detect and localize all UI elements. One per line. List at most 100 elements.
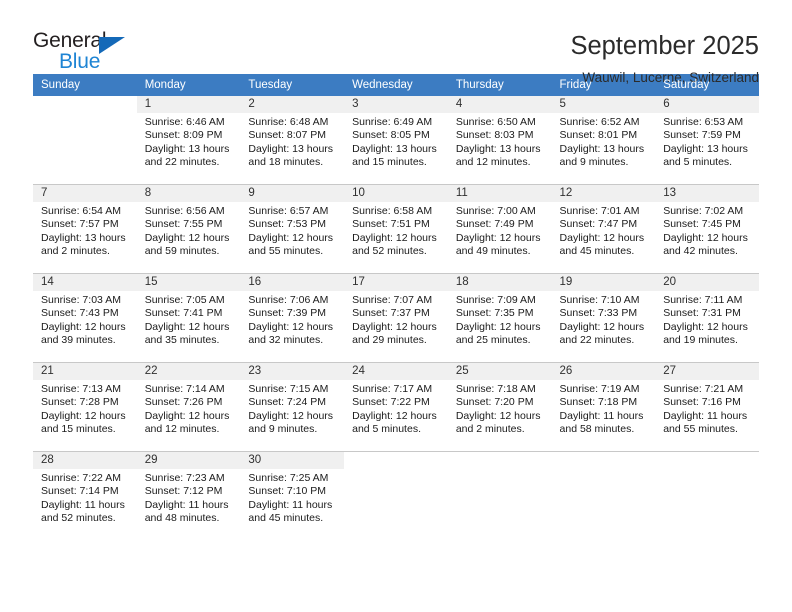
day-details: Sunrise: 6:54 AM Sunset: 7:57 PM Daylight:…: [33, 202, 137, 259]
sunrise-text: Sunrise: 7:10 AM: [559, 294, 640, 306]
calendar-cell: 20 Sunrise: 7:11 AM Sunset: 7:31 PM Dayligh…: [655, 273, 759, 363]
day-cell-7[interactable]: 7 Sunrise: 6:54 AM Sunset: 7:57 PM Daylight…: [33, 185, 137, 273]
day-cell-19[interactable]: 19 Sunrise: 7:10 AM Sunset: 7:33 PM Dayligh…: [551, 274, 656, 362]
calendar-cell: 25 Sunrise: 7:18 AM Sunset: 7:20 PM Dayligh…: [447, 362, 552, 452]
sunrise-text: Sunrise: 7:22 AM: [41, 472, 121, 484]
daylight-text-line2: and 35 minutes.: [144, 334, 220, 347]
day-cell-23[interactable]: 23 Sunrise: 7:15 AM Sunset: 7:24 PM Dayligh…: [240, 363, 345, 451]
day-cell-12[interactable]: 12 Sunrise: 7:01 AM Sunset: 7:47 PM Dayligh…: [551, 185, 656, 273]
day-number: [551, 452, 656, 469]
day-number: 28: [33, 452, 137, 469]
day-cell-17[interactable]: 17 Sunrise: 7:07 AM Sunset: 7:37 PM Dayligh…: [344, 274, 448, 362]
daylight-text-line1: Daylight: 12 hours: [663, 320, 748, 333]
day-cell-14[interactable]: 14 Sunrise: 7:03 AM Sunset: 7:43 PM Dayligh…: [33, 274, 137, 362]
day-cell-21[interactable]: 21 Sunrise: 7:13 AM Sunset: 7:28 PM Dayligh…: [33, 363, 137, 451]
day-details: Sunrise: 6:52 AM Sunset: 8:01 PM Daylight:…: [552, 113, 656, 170]
day-cell-27[interactable]: 27 Sunrise: 7:21 AM Sunset: 7:16 PM Dayligh…: [655, 363, 759, 451]
daylight-text-line2: and 9 minutes.: [248, 423, 318, 436]
day-cell-5[interactable]: 5 Sunrise: 6:52 AM Sunset: 8:01 PM Daylight…: [551, 96, 656, 184]
day-cell-8[interactable]: 8 Sunrise: 6:56 AM Sunset: 7:55 PM Daylight…: [136, 185, 241, 273]
calendar-cell: 29 Sunrise: 7:23 AM Sunset: 7:12 PM Dayligh…: [136, 451, 241, 540]
day-number: [655, 452, 759, 469]
calendar-cell: [447, 451, 552, 540]
sunrise-text: Sunrise: 6:57 AM: [248, 205, 329, 217]
day-number: 10: [344, 185, 448, 202]
day-cell-22[interactable]: 22 Sunrise: 7:14 AM Sunset: 7:26 PM Dayligh…: [136, 363, 241, 451]
sunset-text: Sunset: 8:09 PM: [144, 129, 223, 142]
daylight-text-line2: and 45 minutes.: [559, 245, 635, 258]
day-details: Sunrise: 7:18 AM Sunset: 7:20 PM Daylight:…: [448, 380, 552, 437]
weekday-header-monday: Monday: [136, 74, 241, 96]
day-details: Sunrise: 7:15 AM Sunset: 7:24 PM Daylight:…: [240, 380, 344, 437]
day-cell-24[interactable]: 24 Sunrise: 7:17 AM Sunset: 7:22 PM Dayligh…: [344, 363, 448, 451]
day-number: [33, 96, 137, 113]
day-cell-26[interactable]: 26 Sunrise: 7:19 AM Sunset: 7:18 PM Dayligh…: [551, 363, 656, 451]
day-cell-3[interactable]: 3 Sunrise: 6:49 AM Sunset: 8:05 PM Daylight…: [344, 96, 448, 184]
daylight-text-line1: Daylight: 13 hours: [559, 142, 645, 155]
daylight-text-line2: and 59 minutes.: [144, 245, 220, 258]
sunrise-text: Sunrise: 6:48 AM: [248, 116, 329, 128]
day-cell-9[interactable]: 9 Sunrise: 6:57 AM Sunset: 7:53 PM Daylight…: [240, 185, 345, 273]
daylight-text-line2: and 15 minutes.: [41, 423, 116, 436]
day-number: 18: [447, 274, 552, 291]
day-cell-6[interactable]: 6 Sunrise: 6:53 AM Sunset: 7:59 PM Daylight…: [655, 96, 759, 184]
day-number: 3: [344, 96, 448, 113]
day-details: Sunrise: 7:05 AM Sunset: 7:41 PM Daylight:…: [137, 291, 241, 348]
daylight-text-line2: and 42 minutes.: [663, 245, 738, 258]
day-cell-11[interactable]: 11 Sunrise: 7:00 AM Sunset: 7:49 PM Dayligh…: [447, 185, 552, 273]
day-cell-10[interactable]: 10 Sunrise: 6:58 AM Sunset: 7:51 PM Dayligh…: [344, 185, 448, 273]
sunrise-text: Sunrise: 7:25 AM: [248, 472, 329, 484]
sunset-text: Sunset: 7:41 PM: [144, 307, 223, 320]
day-cell-empty: [447, 452, 552, 540]
day-cell-29[interactable]: 29 Sunrise: 7:23 AM Sunset: 7:12 PM Dayligh…: [136, 452, 241, 540]
day-cell-empty: [344, 452, 448, 540]
calendar-cell: 4 Sunrise: 6:50 AM Sunset: 8:03 PM Daylight…: [447, 96, 552, 185]
day-cell-15[interactable]: 15 Sunrise: 7:05 AM Sunset: 7:41 PM Dayligh…: [136, 274, 241, 362]
day-details: Sunrise: 7:21 AM Sunset: 7:16 PM Daylight:…: [655, 380, 759, 437]
day-cell-1[interactable]: 1 Sunrise: 6:46 AM Sunset: 8:09 PM Daylight…: [136, 96, 241, 184]
calendar-cell: [551, 451, 656, 540]
sunset-text: Sunset: 7:59 PM: [663, 129, 741, 142]
day-number: 26: [551, 363, 656, 380]
day-details: Sunrise: 7:03 AM Sunset: 7:43 PM Daylight:…: [33, 291, 137, 348]
calendar-week-row: 1 Sunrise: 6:46 AM Sunset: 8:09 PM Daylight…: [33, 96, 759, 185]
calendar-cell: 30 Sunrise: 7:25 AM Sunset: 7:10 PM Dayligh…: [240, 451, 345, 540]
day-cell-2[interactable]: 2 Sunrise: 6:48 AM Sunset: 8:07 PM Daylight…: [240, 96, 345, 184]
day-number: 9: [240, 185, 345, 202]
day-number: 27: [655, 363, 759, 380]
calendar-cell: [344, 451, 448, 540]
daylight-text-line2: and 9 minutes.: [559, 156, 629, 169]
day-details: Sunrise: 7:07 AM Sunset: 7:37 PM Daylight:…: [344, 291, 448, 348]
day-cell-20[interactable]: 20 Sunrise: 7:11 AM Sunset: 7:31 PM Dayligh…: [655, 274, 759, 362]
daylight-text-line1: Daylight: 13 hours: [663, 142, 748, 155]
daylight-text-line1: Daylight: 12 hours: [144, 409, 230, 422]
day-details: Sunrise: 7:14 AM Sunset: 7:26 PM Daylight:…: [137, 380, 241, 437]
day-cell-18[interactable]: 18 Sunrise: 7:09 AM Sunset: 7:35 PM Dayligh…: [447, 274, 552, 362]
calendar-cell: 19 Sunrise: 7:10 AM Sunset: 7:33 PM Dayligh…: [551, 273, 656, 363]
sunrise-text: Sunrise: 7:18 AM: [455, 383, 536, 395]
daylight-text-line2: and 29 minutes.: [352, 334, 427, 347]
day-cell-16[interactable]: 16 Sunrise: 7:06 AM Sunset: 7:39 PM Dayligh…: [240, 274, 345, 362]
day-cell-empty: [33, 96, 137, 184]
calendar-week-row: 7 Sunrise: 6:54 AM Sunset: 7:57 PM Daylight…: [33, 184, 759, 274]
day-cell-28[interactable]: 28 Sunrise: 7:22 AM Sunset: 7:14 PM Dayligh…: [33, 452, 137, 540]
day-cell-30[interactable]: 30 Sunrise: 7:25 AM Sunset: 7:10 PM Dayligh…: [240, 452, 345, 540]
day-details: Sunrise: 7:00 AM Sunset: 7:49 PM Daylight:…: [448, 202, 552, 259]
day-details: Sunrise: 7:22 AM Sunset: 7:14 PM Daylight:…: [33, 469, 137, 526]
day-cell-25[interactable]: 25 Sunrise: 7:18 AM Sunset: 7:20 PM Dayligh…: [447, 363, 552, 451]
logo-triangle-icon: [99, 37, 125, 54]
sunrise-text: Sunrise: 7:09 AM: [455, 294, 536, 306]
day-details: Sunrise: 6:49 AM Sunset: 8:05 PM Daylight:…: [344, 113, 448, 170]
day-cell-4[interactable]: 4 Sunrise: 6:50 AM Sunset: 8:03 PM Daylight…: [447, 96, 552, 184]
calendar-cell: [655, 451, 759, 540]
day-details: Sunrise: 7:10 AM Sunset: 7:33 PM Daylight:…: [552, 291, 656, 348]
generalblue-logo[interactable]: General Blue: [33, 30, 153, 76]
daylight-text-line1: Daylight: 11 hours: [144, 498, 229, 511]
sunset-text: Sunset: 7:33 PM: [559, 307, 638, 320]
daylight-text-line2: and 12 minutes.: [144, 423, 220, 436]
calendar-cell: 21 Sunrise: 7:13 AM Sunset: 7:28 PM Dayligh…: [33, 362, 137, 452]
calendar-cell: 11 Sunrise: 7:00 AM Sunset: 7:49 PM Dayligh…: [447, 184, 552, 274]
calendar-cell: 6 Sunrise: 6:53 AM Sunset: 7:59 PM Daylight…: [655, 96, 759, 185]
daylight-text-line1: Daylight: 13 hours: [455, 142, 541, 155]
day-cell-13[interactable]: 13 Sunrise: 7:02 AM Sunset: 7:45 PM Dayligh…: [655, 185, 759, 273]
